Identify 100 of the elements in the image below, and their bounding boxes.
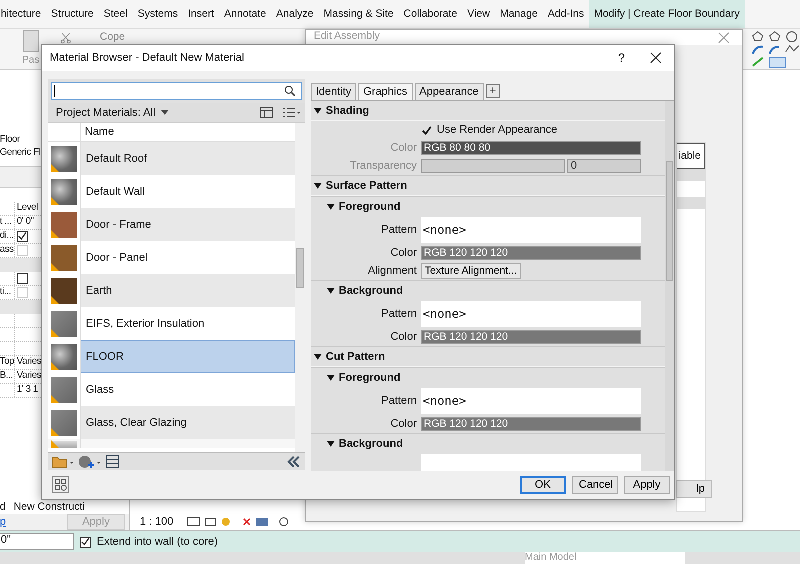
- ribbon-tab[interactable]: hitecture: [0, 0, 46, 28]
- material-list-item[interactable]: Default Roof: [48, 142, 295, 175]
- expand-triangle-icon[interactable]: [327, 374, 335, 382]
- list-view-icon[interactable]: [282, 106, 302, 118]
- asset-browser-icon[interactable]: [52, 476, 70, 494]
- material-thumbnail: [51, 344, 77, 370]
- property-label: Alignment: [368, 265, 417, 277]
- search-field[interactable]: [51, 82, 302, 100]
- search-icon[interactable]: [284, 85, 296, 97]
- sketch-tools-drawing[interactable]: [750, 30, 800, 68]
- property-label: Pattern: [382, 224, 417, 236]
- color-swatch[interactable]: RGB 120 120 120: [421, 330, 641, 344]
- ribbon-tab[interactable]: Structure: [46, 0, 99, 28]
- subsection-header[interactable]: Background: [311, 433, 665, 453]
- add-material-icon[interactable]: [78, 454, 102, 468]
- ribbon-tab[interactable]: Systems: [132, 0, 184, 28]
- panel-layout-icon[interactable]: [260, 106, 274, 118]
- column-header: iable: [677, 143, 705, 169]
- material-thumbnail: [51, 244, 77, 270]
- color-swatch[interactable]: RGB 120 120 120: [421, 246, 641, 260]
- expand-triangle-icon[interactable]: [314, 106, 322, 114]
- dialog-button[interactable]: Apply: [624, 476, 670, 494]
- editor-tab[interactable]: +: [486, 84, 500, 98]
- ribbon-tab[interactable]: Manage: [495, 0, 544, 28]
- property-value: Varies: [17, 356, 42, 367]
- expand-triangle-icon[interactable]: [314, 352, 322, 360]
- pattern-field[interactable]: <none>: [421, 217, 641, 243]
- material-thumbnail: [51, 410, 77, 436]
- ribbon-tab[interactable]: Insert: [183, 0, 220, 28]
- expand-triangle-icon[interactable]: [327, 286, 335, 294]
- expand-triangle-icon[interactable]: [314, 182, 322, 190]
- close-icon[interactable]: [650, 52, 662, 64]
- collapse-icon[interactable]: [287, 456, 301, 468]
- editor-tab[interactable]: Appearance: [414, 83, 484, 100]
- window-title: Material Browser - Default New Material: [50, 52, 244, 64]
- property-checkbox[interactable]: [17, 231, 28, 242]
- material-list-item[interactable]: Door - Frame: [48, 208, 295, 241]
- property-label: Color: [390, 247, 417, 259]
- material-thumbnail: [51, 278, 77, 304]
- property-value: Varies: [17, 370, 42, 381]
- property-value: 1' 3 1: [17, 384, 38, 395]
- help-button[interactable]: ?: [618, 51, 625, 65]
- expand-triangle-icon[interactable]: [327, 440, 335, 448]
- scrollbar[interactable]: [295, 123, 305, 452]
- ribbon-tab[interactable]: Steel: [98, 0, 133, 28]
- property-label: ass: [0, 244, 14, 255]
- color-swatch[interactable]: RGB 120 120 120: [421, 417, 641, 431]
- section-header[interactable]: Shading: [311, 101, 665, 121]
- column-header: Name: [85, 126, 114, 138]
- material-list-item[interactable]: Earth: [48, 274, 295, 307]
- property-label: Transparency: [350, 160, 417, 172]
- ribbon-tab[interactable]: Analyze: [271, 0, 319, 28]
- render-appearance-checkbox[interactable]: [421, 125, 433, 136]
- phase-label: d: [0, 501, 6, 513]
- ribbon-tab[interactable]: Annotate: [219, 0, 272, 28]
- material-thumbnail: [51, 178, 77, 204]
- dialog-button[interactable]: OK: [520, 476, 566, 494]
- section-header[interactable]: Cut Pattern: [311, 347, 665, 367]
- phase-value[interactable]: New Constructi: [10, 501, 86, 513]
- ribbon-tab[interactable]: Modify | Create Floor Boundary: [589, 0, 745, 28]
- property-checkbox[interactable]: [17, 273, 28, 284]
- extend-checkbox[interactable]: [80, 536, 91, 548]
- property-label: Top: [0, 356, 14, 367]
- subsection-header[interactable]: Foreground: [311, 196, 665, 216]
- ribbon-tab[interactable]: Add-Ins: [543, 0, 590, 28]
- clipboard-icon[interactable]: [23, 30, 39, 52]
- texture-alignment-button[interactable]: Texture Alignment...: [421, 263, 522, 279]
- window-title: Edit Assembly: [314, 30, 380, 43]
- subsection-header[interactable]: Foreground: [311, 367, 665, 387]
- property-label: Color: [390, 142, 417, 154]
- property-label: B...: [0, 370, 14, 381]
- ribbon-tab[interactable]: View: [462, 0, 496, 28]
- subsection-header[interactable]: Background: [311, 280, 665, 300]
- help-button[interactable]: lp: [676, 480, 712, 498]
- material-list-item[interactable]: FLOOR: [48, 340, 295, 373]
- dropdown-arrow-icon[interactable]: [160, 110, 169, 115]
- folder-icon[interactable]: [52, 454, 74, 468]
- section-header[interactable]: Surface Pattern: [311, 176, 665, 196]
- property-label: ti...: [0, 286, 12, 297]
- scale-label[interactable]: 1 : 100: [140, 516, 174, 528]
- material-thumbnail: [51, 310, 77, 336]
- expand-triangle-icon[interactable]: [327, 202, 335, 210]
- property-value: 0' 0": [17, 216, 34, 227]
- dialog-button[interactable]: Cancel: [572, 476, 618, 494]
- ribbon-tab[interactable]: Massing & Site: [318, 0, 399, 28]
- type-label: Floor: [0, 134, 20, 145]
- offset-field[interactable]: 0": [0, 533, 74, 550]
- pattern-field[interactable]: <none>: [421, 301, 641, 327]
- scrollbar[interactable]: [665, 101, 674, 471]
- editor-tab[interactable]: Graphics: [358, 83, 412, 100]
- property-label: Color: [390, 418, 417, 430]
- editor-tab[interactable]: Identity: [311, 83, 356, 100]
- checkbox-label: Use Render Appearance: [437, 124, 558, 136]
- help-link[interactable]: p: [0, 516, 6, 528]
- scissors-icon[interactable]: [60, 32, 72, 44]
- panel-toggle-icon[interactable]: [106, 454, 120, 468]
- pattern-field[interactable]: <none>: [421, 388, 641, 414]
- ribbon-tab[interactable]: Collaborate: [398, 0, 462, 28]
- material-thumbnail: [51, 376, 77, 402]
- material-list-item[interactable]: Glass, Clear Glazing: [48, 406, 295, 439]
